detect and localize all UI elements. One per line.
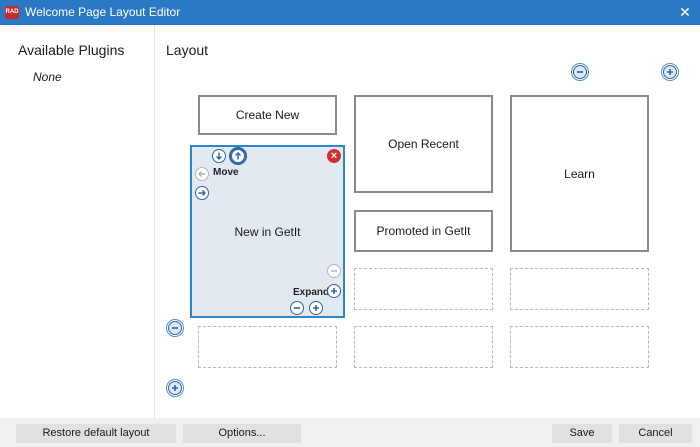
move-down-button[interactable] xyxy=(212,149,226,163)
minus-icon xyxy=(577,71,583,73)
tile-label: New in GetIt xyxy=(234,224,301,239)
add-row-button[interactable] xyxy=(166,379,184,397)
expand-vertical-button[interactable] xyxy=(327,284,341,298)
tile-label: Open Recent xyxy=(388,137,459,151)
remove-column-button[interactable] xyxy=(571,63,589,81)
move-left-button[interactable] xyxy=(195,167,209,181)
expand-label: Expand xyxy=(293,287,330,298)
remove-row-button[interactable] xyxy=(166,319,184,337)
close-icon[interactable]: ✕ xyxy=(670,0,700,25)
shrink-horizontal-button[interactable] xyxy=(290,301,304,315)
empty-slot[interactable] xyxy=(510,326,649,368)
tile-promoted-in-getit[interactable]: Promoted in GetIt xyxy=(354,210,493,252)
add-column-button[interactable] xyxy=(661,63,679,81)
move-right-button[interactable] xyxy=(195,186,209,200)
layout-heading: Layout xyxy=(166,42,209,58)
plus-icon xyxy=(667,69,673,75)
arrow-down-icon xyxy=(216,152,222,160)
plus-icon xyxy=(331,288,337,294)
footer-bar: Restore default layout Options... Save C… xyxy=(0,418,700,447)
plus-icon xyxy=(172,385,178,391)
delete-icon[interactable]: × xyxy=(327,149,341,163)
move-up-button[interactable] xyxy=(229,147,247,165)
tile-label: Create New xyxy=(235,108,300,122)
available-plugins-heading: Available Plugins xyxy=(18,42,125,58)
empty-slot[interactable] xyxy=(354,268,493,310)
empty-slot[interactable] xyxy=(354,326,493,368)
empty-slot[interactable] xyxy=(198,326,337,368)
options-button[interactable]: Options... xyxy=(183,424,301,443)
minus-icon xyxy=(294,307,300,309)
tile-open-recent[interactable]: Open Recent xyxy=(354,95,493,193)
empty-slot[interactable] xyxy=(510,268,649,310)
available-plugins-panel: Available Plugins None xyxy=(0,25,155,418)
minus-icon xyxy=(331,270,337,272)
restore-default-layout-button[interactable]: Restore default layout xyxy=(16,424,176,443)
tile-label: Promoted in GetIt xyxy=(376,224,471,238)
minus-icon xyxy=(172,327,178,329)
arrow-right-icon xyxy=(198,190,206,196)
expand-horizontal-button[interactable] xyxy=(309,301,323,315)
shrink-vertical-button[interactable] xyxy=(327,264,341,278)
arrow-left-icon xyxy=(198,171,206,177)
app-icon: RAD xyxy=(5,6,19,19)
tile-learn[interactable]: Learn xyxy=(510,95,649,252)
arrow-up-icon xyxy=(235,152,241,160)
plus-icon xyxy=(313,305,319,311)
cancel-button[interactable]: Cancel xyxy=(619,424,692,443)
no-plugins-label: None xyxy=(33,70,62,84)
window-title: Welcome Page Layout Editor xyxy=(25,5,181,19)
tile-create-new[interactable]: Create New xyxy=(198,95,337,135)
save-button[interactable]: Save xyxy=(552,424,612,443)
move-label: Move xyxy=(213,167,239,178)
tile-label: Learn xyxy=(564,166,595,181)
title-bar: RAD Welcome Page Layout Editor ✕ xyxy=(0,0,700,25)
